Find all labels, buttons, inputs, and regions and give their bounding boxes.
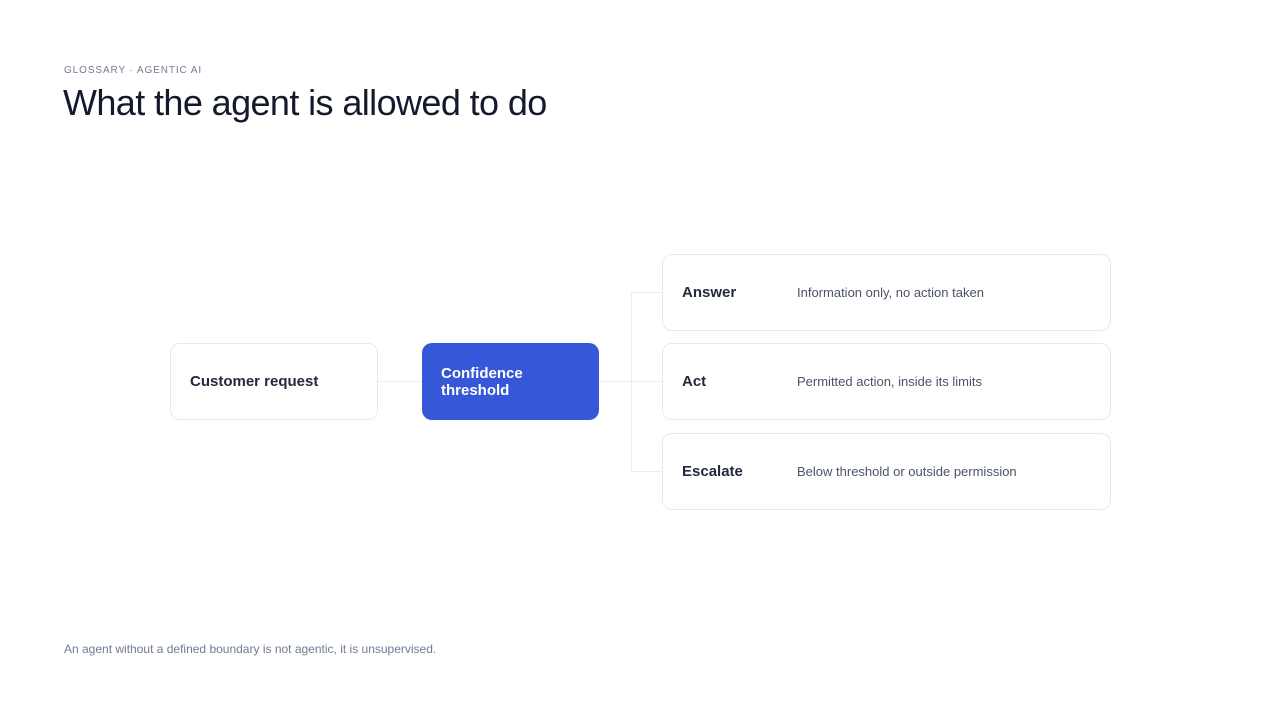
- outcome-name: Answer: [682, 284, 737, 301]
- outcome-escalate: Escalate Below threshold or outside perm…: [662, 433, 1111, 510]
- outcome-answer: Answer Information only, no action taken: [662, 254, 1111, 331]
- outcome-description: Information only, no action taken: [797, 285, 984, 300]
- outcome-act: Act Permitted action, inside its limits: [662, 343, 1111, 420]
- outcome-name: Escalate: [682, 463, 743, 480]
- outcome-name: Act: [682, 373, 707, 390]
- outcome-description: Permitted action, inside its limits: [797, 374, 982, 389]
- confidence-threshold-node: Confidence threshold: [422, 343, 599, 420]
- footer-note: An agent without a defined boundary is n…: [64, 642, 437, 656]
- outcome-description: Below threshold or outside permission: [797, 464, 1017, 479]
- customer-request-node: Customer request: [170, 343, 378, 420]
